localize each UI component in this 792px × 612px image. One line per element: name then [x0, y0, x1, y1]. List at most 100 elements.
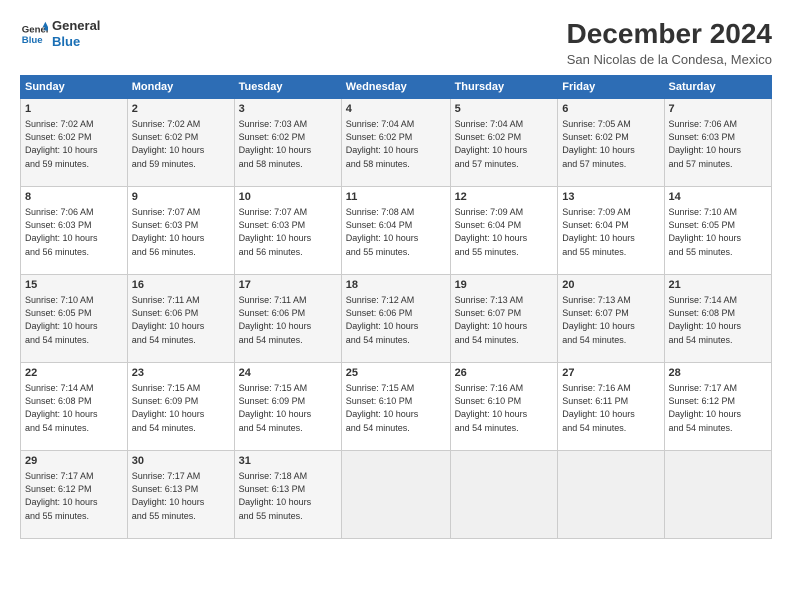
- col-monday: Monday: [127, 76, 234, 99]
- day-number: 24: [239, 366, 337, 381]
- day-number: 6: [562, 102, 659, 117]
- week-row-3: 15Sunrise: 7:10 AM Sunset: 6:05 PM Dayli…: [21, 275, 772, 363]
- day-number: 5: [455, 102, 554, 117]
- day-cell: [558, 451, 664, 539]
- header: General Blue General Blue December 2024 …: [20, 18, 772, 67]
- day-info: Sunrise: 7:04 AM Sunset: 6:02 PM Dayligh…: [455, 118, 554, 170]
- day-cell: 14Sunrise: 7:10 AM Sunset: 6:05 PM Dayli…: [664, 187, 771, 275]
- day-cell: 8Sunrise: 7:06 AM Sunset: 6:03 PM Daylig…: [21, 187, 128, 275]
- day-cell: 1Sunrise: 7:02 AM Sunset: 6:02 PM Daylig…: [21, 99, 128, 187]
- day-info: Sunrise: 7:08 AM Sunset: 6:04 PM Dayligh…: [346, 206, 446, 258]
- day-number: 28: [669, 366, 767, 381]
- day-number: 30: [132, 454, 230, 469]
- day-info: Sunrise: 7:15 AM Sunset: 6:09 PM Dayligh…: [239, 382, 337, 434]
- day-cell: 28Sunrise: 7:17 AM Sunset: 6:12 PM Dayli…: [664, 363, 771, 451]
- day-number: 19: [455, 278, 554, 293]
- day-cell: 9Sunrise: 7:07 AM Sunset: 6:03 PM Daylig…: [127, 187, 234, 275]
- day-cell: 26Sunrise: 7:16 AM Sunset: 6:10 PM Dayli…: [450, 363, 558, 451]
- day-number: 27: [562, 366, 659, 381]
- day-cell: 20Sunrise: 7:13 AM Sunset: 6:07 PM Dayli…: [558, 275, 664, 363]
- day-cell: 10Sunrise: 7:07 AM Sunset: 6:03 PM Dayli…: [234, 187, 341, 275]
- header-row: Sunday Monday Tuesday Wednesday Thursday…: [21, 76, 772, 99]
- day-info: Sunrise: 7:06 AM Sunset: 6:03 PM Dayligh…: [669, 118, 767, 170]
- day-info: Sunrise: 7:02 AM Sunset: 6:02 PM Dayligh…: [132, 118, 230, 170]
- day-info: Sunrise: 7:09 AM Sunset: 6:04 PM Dayligh…: [562, 206, 659, 258]
- day-info: Sunrise: 7:11 AM Sunset: 6:06 PM Dayligh…: [239, 294, 337, 346]
- col-wednesday: Wednesday: [341, 76, 450, 99]
- week-row-5: 29Sunrise: 7:17 AM Sunset: 6:12 PM Dayli…: [21, 451, 772, 539]
- day-cell: 4Sunrise: 7:04 AM Sunset: 6:02 PM Daylig…: [341, 99, 450, 187]
- day-cell: 11Sunrise: 7:08 AM Sunset: 6:04 PM Dayli…: [341, 187, 450, 275]
- day-number: 22: [25, 366, 123, 381]
- day-cell: 2Sunrise: 7:02 AM Sunset: 6:02 PM Daylig…: [127, 99, 234, 187]
- day-number: 3: [239, 102, 337, 117]
- day-info: Sunrise: 7:10 AM Sunset: 6:05 PM Dayligh…: [669, 206, 767, 258]
- day-number: 18: [346, 278, 446, 293]
- day-info: Sunrise: 7:05 AM Sunset: 6:02 PM Dayligh…: [562, 118, 659, 170]
- day-info: Sunrise: 7:15 AM Sunset: 6:09 PM Dayligh…: [132, 382, 230, 434]
- day-cell: 12Sunrise: 7:09 AM Sunset: 6:04 PM Dayli…: [450, 187, 558, 275]
- day-info: Sunrise: 7:16 AM Sunset: 6:11 PM Dayligh…: [562, 382, 659, 434]
- day-info: Sunrise: 7:15 AM Sunset: 6:10 PM Dayligh…: [346, 382, 446, 434]
- day-number: 21: [669, 278, 767, 293]
- day-info: Sunrise: 7:06 AM Sunset: 6:03 PM Dayligh…: [25, 206, 123, 258]
- day-info: Sunrise: 7:16 AM Sunset: 6:10 PM Dayligh…: [455, 382, 554, 434]
- calendar-body: 1 Sunrise: 7:02 AM Sunset: 6:02 PM Daylig…: [21, 99, 772, 539]
- month-title: December 2024: [567, 18, 772, 50]
- day-number: 9: [132, 190, 230, 205]
- day-number: 11: [346, 190, 446, 205]
- day-info: Sunrise: 7:13 AM Sunset: 6:07 PM Dayligh…: [455, 294, 554, 346]
- day-info: Sunrise: 7:07 AM Sunset: 6:03 PM Dayligh…: [132, 206, 230, 258]
- day-cell: 21Sunrise: 7:14 AM Sunset: 6:08 PM Dayli…: [664, 275, 771, 363]
- day-number: 10: [239, 190, 337, 205]
- col-friday: Friday: [558, 76, 664, 99]
- day-cell: 27Sunrise: 7:16 AM Sunset: 6:11 PM Dayli…: [558, 363, 664, 451]
- week-row-2: 8Sunrise: 7:06 AM Sunset: 6:03 PM Daylig…: [21, 187, 772, 275]
- day-number: 16: [132, 278, 230, 293]
- day-number: 1: [25, 102, 123, 117]
- day-info: Sunrise: 7:03 AM Sunset: 6:02 PM Dayligh…: [239, 118, 337, 170]
- day-cell: 15Sunrise: 7:10 AM Sunset: 6:05 PM Dayli…: [21, 275, 128, 363]
- week-row-4: 22Sunrise: 7:14 AM Sunset: 6:08 PM Dayli…: [21, 363, 772, 451]
- day-number: 26: [455, 366, 554, 381]
- day-info: Sunrise: 7:04 AM Sunset: 6:02 PM Dayligh…: [346, 118, 446, 170]
- day-number: 25: [346, 366, 446, 381]
- day-number: 31: [239, 454, 337, 469]
- col-saturday: Saturday: [664, 76, 771, 99]
- col-tuesday: Tuesday: [234, 76, 341, 99]
- day-cell: 24Sunrise: 7:15 AM Sunset: 6:09 PM Dayli…: [234, 363, 341, 451]
- col-sunday: Sunday: [21, 76, 128, 99]
- day-info: Sunrise: 7:18 AM Sunset: 6:13 PM Dayligh…: [239, 470, 337, 522]
- logo-icon: General Blue: [20, 20, 48, 48]
- calendar-table: Sunday Monday Tuesday Wednesday Thursday…: [20, 75, 772, 539]
- day-info: Sunrise: 7:17 AM Sunset: 6:12 PM Dayligh…: [25, 470, 123, 522]
- day-cell: 3Sunrise: 7:03 AM Sunset: 6:02 PM Daylig…: [234, 99, 341, 187]
- day-cell: 6Sunrise: 7:05 AM Sunset: 6:02 PM Daylig…: [558, 99, 664, 187]
- week-row-1: 1 Sunrise: 7:02 AM Sunset: 6:02 PM Daylig…: [21, 99, 772, 187]
- day-number: 12: [455, 190, 554, 205]
- day-cell: 16Sunrise: 7:11 AM Sunset: 6:06 PM Dayli…: [127, 275, 234, 363]
- day-info: Sunrise: 7:12 AM Sunset: 6:06 PM Dayligh…: [346, 294, 446, 346]
- day-cell: [341, 451, 450, 539]
- day-cell: 7Sunrise: 7:06 AM Sunset: 6:03 PM Daylig…: [664, 99, 771, 187]
- day-number: 20: [562, 278, 659, 293]
- day-info: Sunrise: 7:10 AM Sunset: 6:05 PM Dayligh…: [25, 294, 123, 346]
- day-info: Sunrise: 7:07 AM Sunset: 6:03 PM Dayligh…: [239, 206, 337, 258]
- day-number: 2: [132, 102, 230, 117]
- day-number: 23: [132, 366, 230, 381]
- day-number: 14: [669, 190, 767, 205]
- day-cell: 22Sunrise: 7:14 AM Sunset: 6:08 PM Dayli…: [21, 363, 128, 451]
- logo: General Blue General Blue: [20, 18, 100, 49]
- day-number: 17: [239, 278, 337, 293]
- day-cell: 31Sunrise: 7:18 AM Sunset: 6:13 PM Dayli…: [234, 451, 341, 539]
- day-info: Sunrise: 7:17 AM Sunset: 6:12 PM Dayligh…: [669, 382, 767, 434]
- day-info: Sunrise: 7:09 AM Sunset: 6:04 PM Dayligh…: [455, 206, 554, 258]
- day-cell: [664, 451, 771, 539]
- location: San Nicolas de la Condesa, Mexico: [567, 52, 772, 67]
- col-thursday: Thursday: [450, 76, 558, 99]
- day-cell: 25Sunrise: 7:15 AM Sunset: 6:10 PM Dayli…: [341, 363, 450, 451]
- day-number: 13: [562, 190, 659, 205]
- title-block: December 2024 San Nicolas de la Condesa,…: [567, 18, 772, 67]
- day-cell: 5Sunrise: 7:04 AM Sunset: 6:02 PM Daylig…: [450, 99, 558, 187]
- day-info: Sunrise: 7:17 AM Sunset: 6:13 PM Dayligh…: [132, 470, 230, 522]
